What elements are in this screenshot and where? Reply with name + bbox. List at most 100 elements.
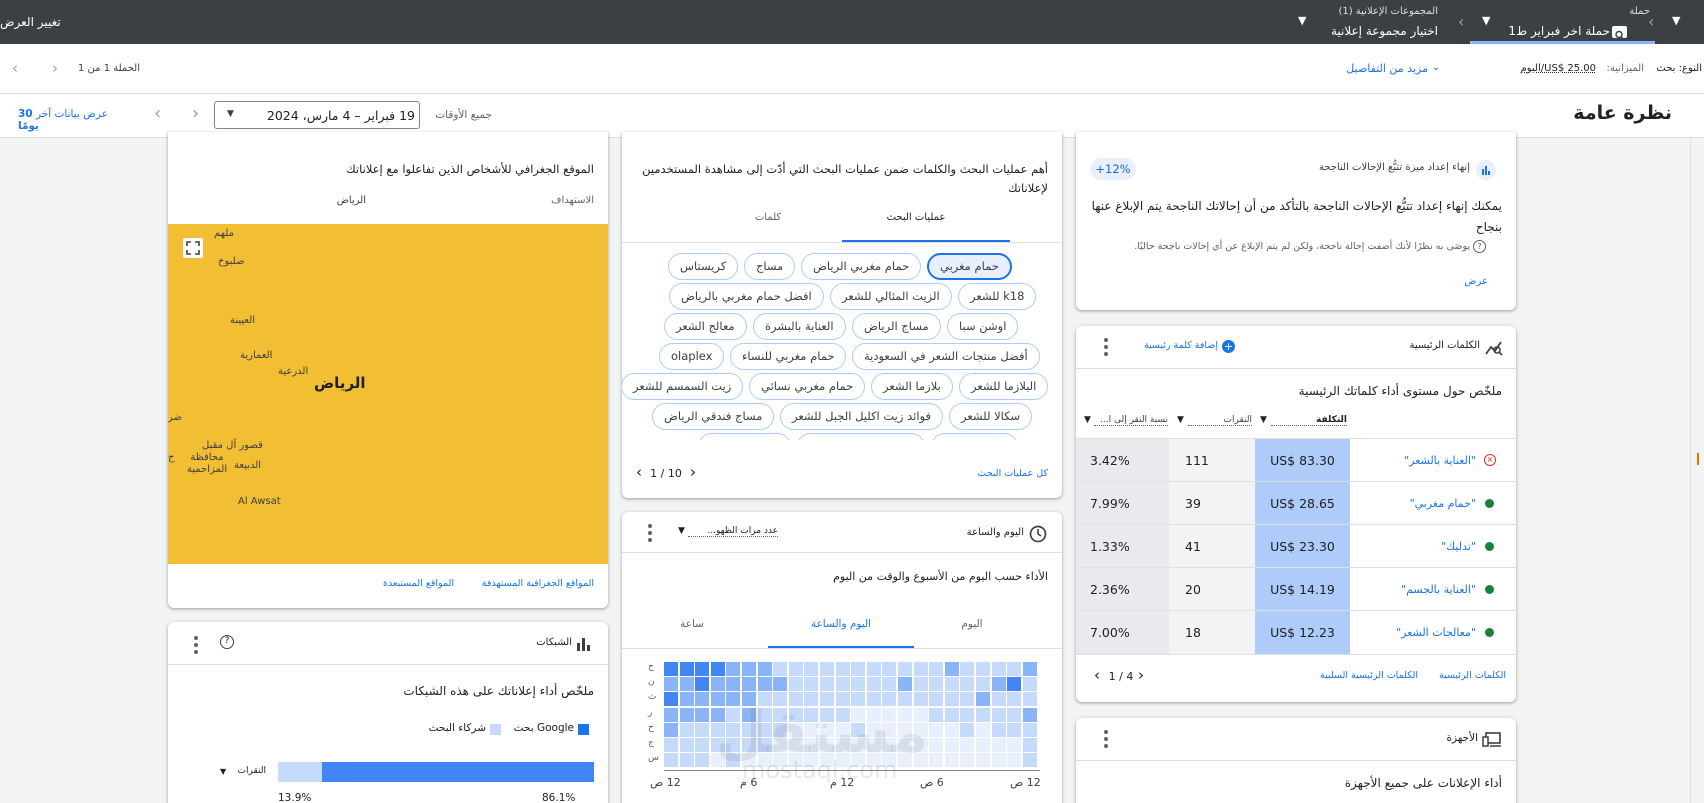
heatmap-cell[interactable]: [1007, 707, 1022, 722]
heatmap-cell[interactable]: [726, 677, 741, 692]
heatmap-cell[interactable]: [820, 677, 834, 692]
heatmap-cell[interactable]: [944, 707, 959, 722]
heatmap-cell[interactable]: [960, 662, 975, 676]
heatmap-cell[interactable]: [882, 662, 897, 676]
search-term-chip[interactable]: باتوكس الشعر: [698, 433, 791, 440]
heatmap-cell[interactable]: [898, 662, 912, 676]
heatmap-cell[interactable]: [929, 722, 944, 737]
heatmap-cell[interactable]: [929, 738, 944, 752]
next-page-icon[interactable]: ›: [1138, 666, 1144, 684]
heatmap-cell[interactable]: [991, 738, 1006, 752]
search-term-chip[interactable]: أفضل منتجات الشعر في السعودية: [852, 343, 1040, 370]
heatmap-cell[interactable]: [866, 677, 881, 692]
heatmap-cell[interactable]: [960, 692, 975, 707]
next-range-icon[interactable]: ›: [192, 103, 199, 124]
heatmap-cell[interactable]: [1007, 677, 1022, 692]
heatmap-cell[interactable]: [695, 738, 710, 752]
heatmap-cell[interactable]: [679, 677, 694, 692]
search-term-chip[interactable]: olaplex: [659, 343, 725, 370]
heatmap-cell[interactable]: [1007, 738, 1022, 752]
heatmap-cell[interactable]: [1022, 662, 1037, 676]
heatmap-cell[interactable]: [1022, 692, 1037, 707]
heatmap-cell[interactable]: [944, 692, 959, 707]
keyword-cell[interactable]: "معالجات الشعر": [1350, 611, 1516, 654]
keyword-text[interactable]: "العناية بالجسم": [1401, 583, 1476, 596]
heatmap-cell[interactable]: [929, 707, 944, 722]
heatmap-cell[interactable]: [1022, 722, 1037, 737]
heatmap-cell[interactable]: [1007, 692, 1022, 707]
heatmap-cell[interactable]: [695, 753, 710, 768]
search-term-chip[interactable]: حمام مغربي نسائي: [749, 373, 866, 400]
keywords-more-menu[interactable]: [1104, 338, 1108, 359]
heatmap-cell[interactable]: [913, 677, 928, 692]
search-term-chip[interactable]: بروتين الشعر بالرياض: [797, 433, 925, 440]
heatmap-cell[interactable]: [960, 677, 975, 692]
heatmap-cell[interactable]: [991, 692, 1006, 707]
heatmap-cell[interactable]: [710, 677, 725, 692]
heatmap-cell[interactable]: [960, 722, 975, 737]
heatmap-cell[interactable]: [944, 753, 959, 768]
ctr-sort-icon[interactable]: ▼: [1084, 415, 1091, 425]
col-cost[interactable]: التكلفة: [1271, 415, 1347, 426]
heatmap-cell[interactable]: [1022, 707, 1037, 722]
heatmap-cell[interactable]: [835, 677, 850, 692]
heatmap-cell[interactable]: [944, 722, 959, 737]
heatmap-cell[interactable]: [788, 677, 803, 692]
heatmap-cell[interactable]: [1007, 662, 1022, 676]
search-term-chip[interactable]: معالج الشعر: [664, 313, 747, 340]
heatmap-cell[interactable]: [664, 753, 678, 768]
tab-day[interactable]: اليوم: [912, 618, 1032, 630]
heatmap-cell[interactable]: [679, 722, 694, 737]
heatmap-cell[interactable]: [742, 677, 756, 692]
heatmap-cell[interactable]: [695, 707, 710, 722]
heatmap-cell[interactable]: [726, 662, 741, 676]
col-clicks[interactable]: النقرات: [1188, 415, 1252, 426]
heatmap-cell[interactable]: [757, 677, 772, 692]
heatmap-cell[interactable]: [679, 692, 694, 707]
help-icon[interactable]: ?: [1473, 240, 1486, 253]
heatmap-cell[interactable]: [804, 677, 819, 692]
search-term-chip[interactable]: بلازما الشعر: [871, 373, 953, 400]
heatmap-cell[interactable]: [976, 753, 990, 768]
search-term-chip[interactable]: مساج فندقي الرياض: [652, 403, 775, 430]
day-time-more-menu[interactable]: [648, 524, 652, 545]
more-details-link[interactable]: مزيد من التفاصيل: [1338, 62, 1428, 75]
search-term-chip[interactable]: زيت السمسم للشعر: [622, 373, 744, 400]
campaign-dropdown-icon[interactable]: ▼: [1482, 14, 1490, 27]
heatmap-cell[interactable]: [664, 722, 678, 737]
heatmap-cell[interactable]: [695, 677, 710, 692]
fullscreen-icon[interactable]: [183, 238, 203, 258]
prev-campaign-icon[interactable]: ‹: [12, 59, 18, 77]
table-row[interactable]: 7.99% 39 US$ 28.65 "حمام مغربي": [1076, 481, 1516, 525]
heatmap-cell[interactable]: [976, 692, 990, 707]
search-term-chip[interactable]: مساج الرياض: [852, 313, 941, 340]
account-dropdown-icon[interactable]: ▼: [1672, 14, 1680, 27]
heatmap-cell[interactable]: [835, 662, 850, 676]
heatmap-cell[interactable]: [742, 662, 756, 676]
metric-dropdown[interactable]: ▼ عدد مرات الظهو...: [676, 522, 780, 542]
tab-searches[interactable]: عمليات البحث: [842, 212, 990, 223]
heatmap-cell[interactable]: [913, 662, 928, 676]
prev-page-icon[interactable]: ‹: [1094, 666, 1100, 684]
tab-words[interactable]: كلمات: [694, 212, 842, 223]
clicks-sort-icon[interactable]: ▼: [1177, 415, 1184, 425]
search-term-chip[interactable]: اوشن سبا: [947, 313, 1019, 340]
heatmap-cell[interactable]: [695, 722, 710, 737]
search-term-chip[interactable]: حمام مغربي: [927, 253, 1012, 280]
search-term-chip[interactable]: سكالا للشعر: [949, 403, 1033, 430]
table-row[interactable]: 3.42% 111 US$ 83.30 "العناية بالشعر" ×: [1076, 438, 1516, 482]
help-icon[interactable]: ?: [220, 635, 234, 649]
heatmap-cell[interactable]: [710, 662, 725, 676]
heatmap-cell[interactable]: [991, 677, 1006, 692]
change-view-button[interactable]: تغيير العرض: [0, 15, 61, 29]
heatmap-cell[interactable]: [664, 692, 678, 707]
search-term-chip[interactable]: بروتين الشعر: [931, 433, 1019, 440]
search-term-chip[interactable]: افضل حمام مغربي بالرياض: [669, 283, 824, 310]
search-term-chip[interactable]: k18 للشعر: [958, 283, 1037, 310]
heatmap-cell[interactable]: [1007, 753, 1022, 768]
add-keyword-button[interactable]: + إضافة كلمة رئيسية: [1122, 338, 1242, 356]
heatmap-cell[interactable]: [991, 707, 1006, 722]
keyword-text[interactable]: "معالجات الشعر": [1396, 626, 1476, 639]
search-term-chip[interactable]: البلازما للشعر: [959, 373, 1049, 400]
heatmap-cell[interactable]: [1007, 722, 1022, 737]
